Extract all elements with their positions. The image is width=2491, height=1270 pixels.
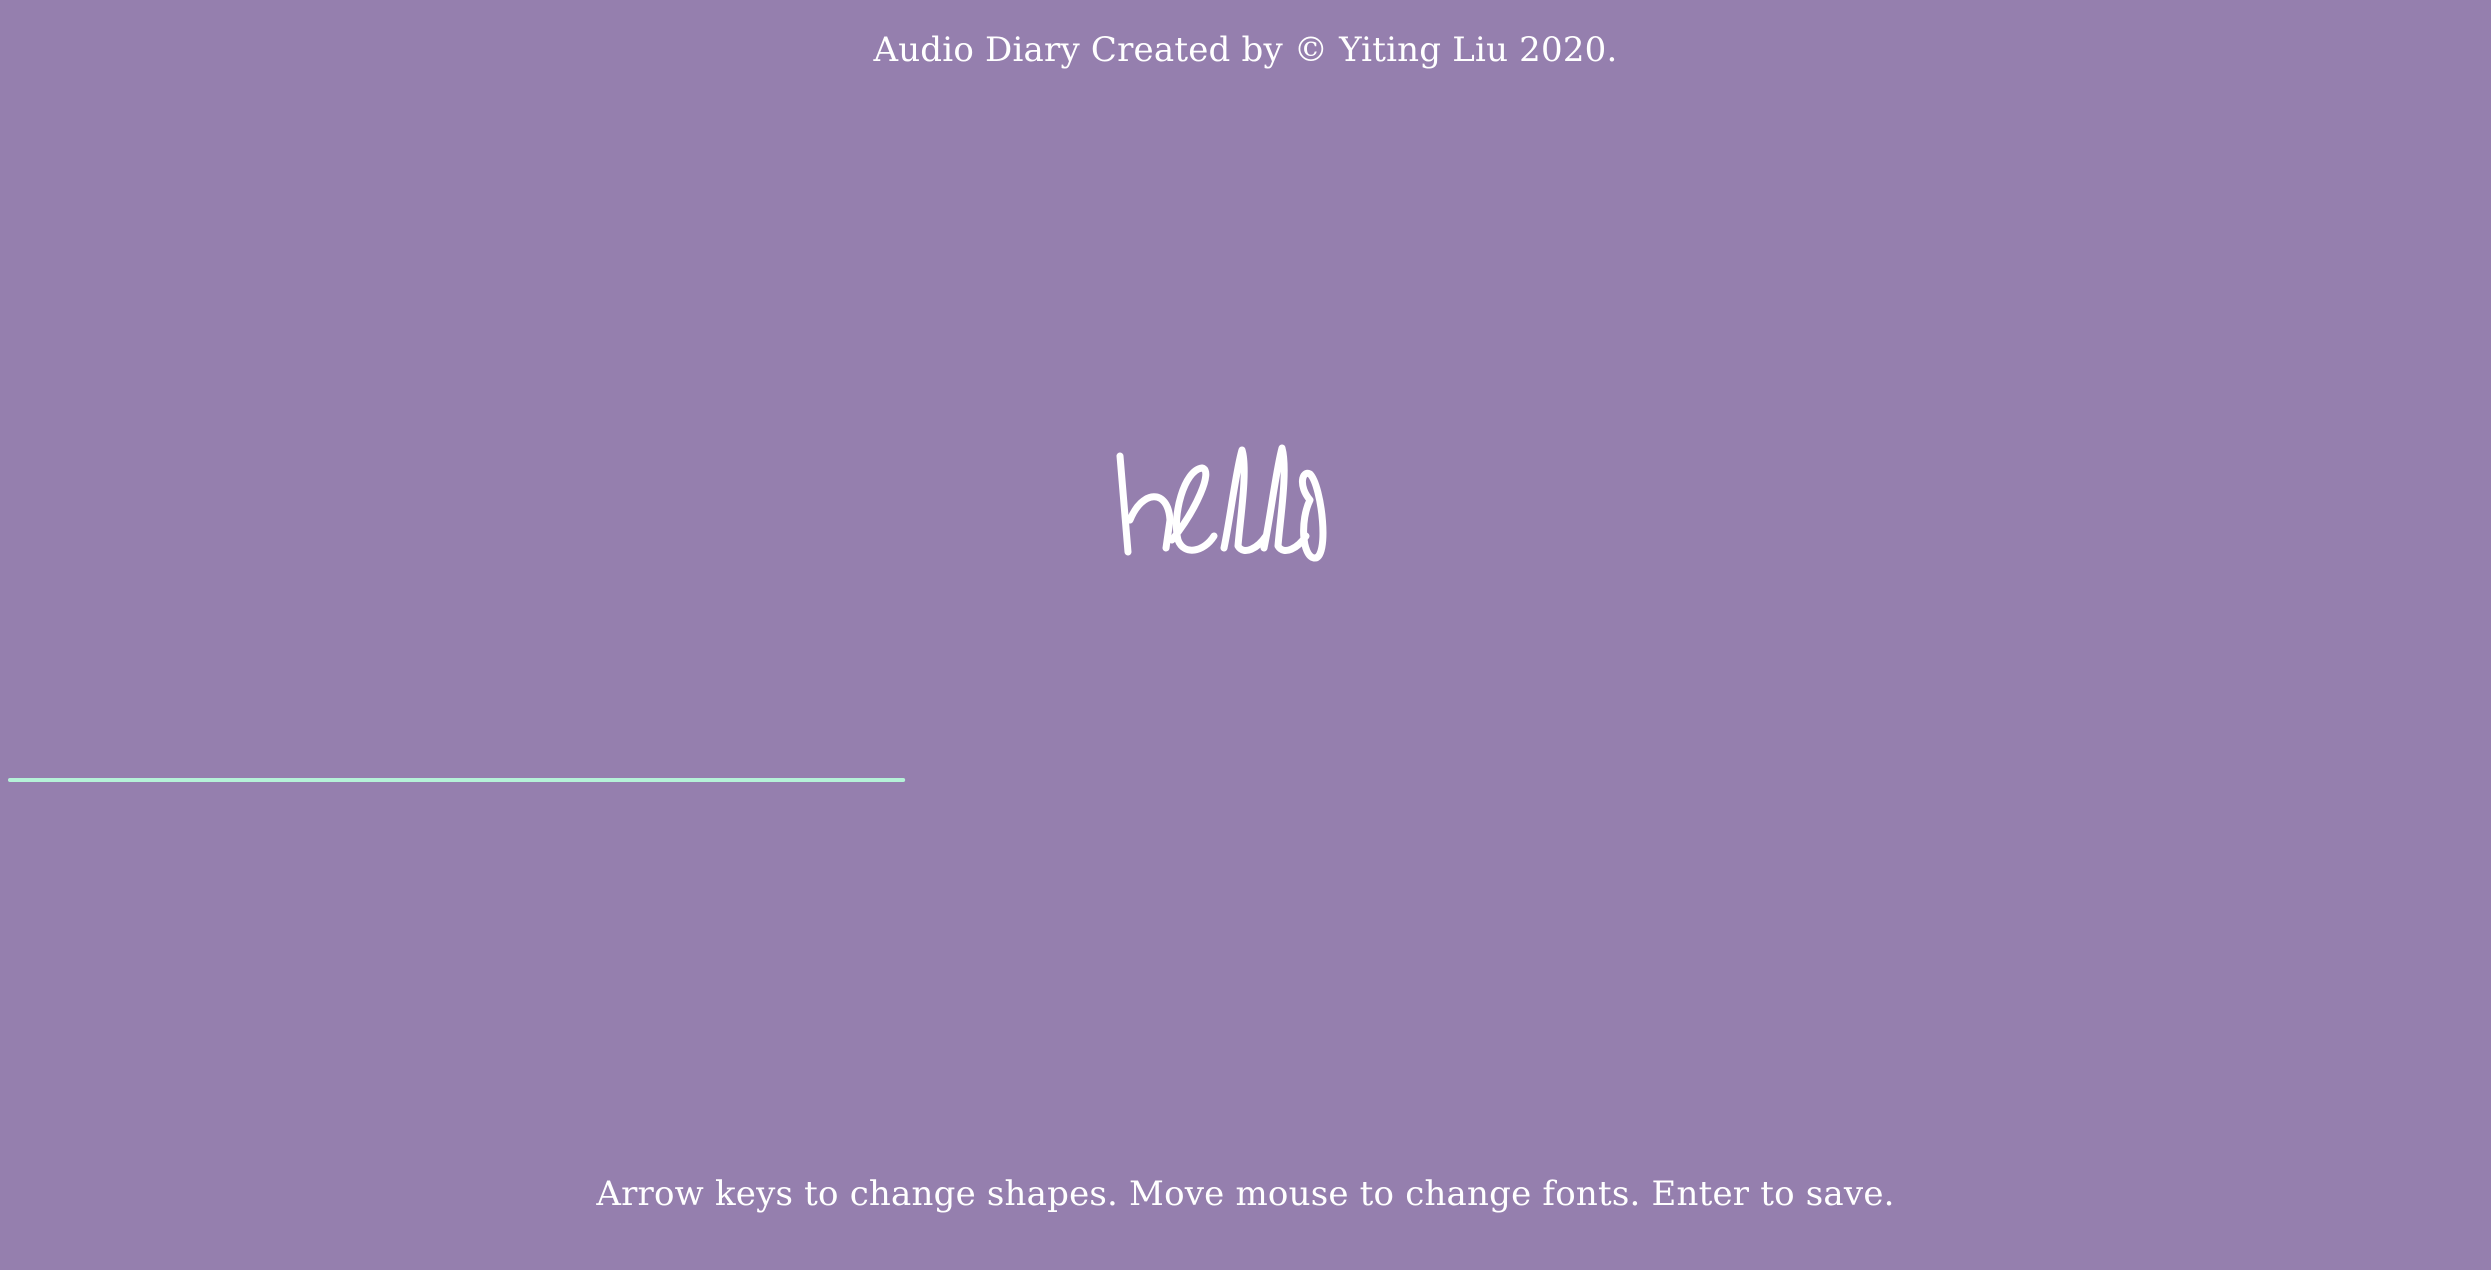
handwritten-word (1116, 444, 1327, 562)
letter-o (1299, 469, 1327, 562)
letter-e (1168, 464, 1218, 554)
letter-h (1116, 452, 1174, 556)
letter-l-second (1260, 444, 1310, 554)
audio-diary-page[interactable]: { "header": { "credit_text": "Audio Diar… (0, 0, 2491, 1270)
letter-l-first (1220, 446, 1270, 554)
drawing-canvas[interactable] (0, 0, 2491, 1270)
instructions-text: Arrow keys to change shapes. Move mouse … (596, 1174, 1895, 1214)
